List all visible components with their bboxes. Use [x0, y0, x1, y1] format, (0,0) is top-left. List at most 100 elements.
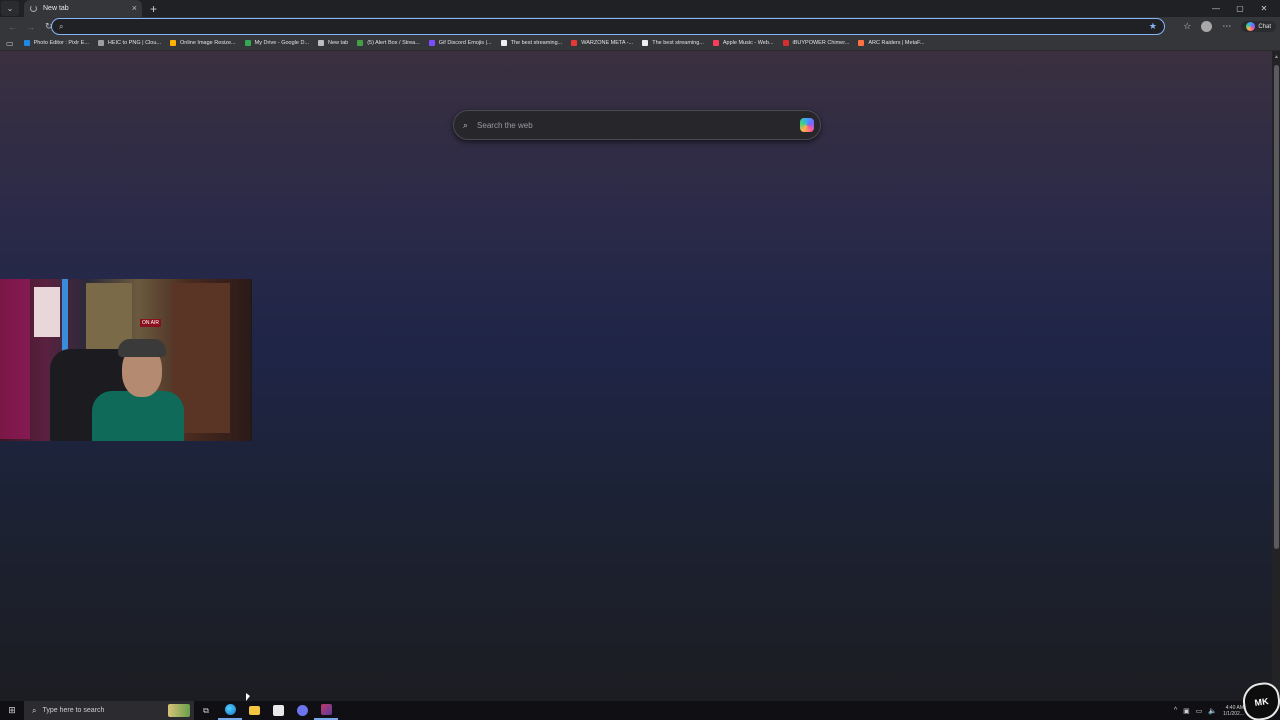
copilot-chat-button[interactable]: Chat — [1241, 21, 1276, 32]
favicon-icon — [23, 40, 30, 46]
edge-icon — [224, 704, 236, 715]
store-icon — [272, 705, 284, 716]
new-tab-button[interactable]: + — [150, 3, 157, 15]
page-scrollbar[interactable]: ▲ ▼ — [1272, 51, 1280, 701]
bookmark-item[interactable]: Online Image Resize... — [169, 40, 236, 46]
favicon-icon — [858, 40, 865, 46]
favicon-icon — [571, 40, 578, 46]
favicon-icon — [318, 40, 325, 46]
on-air-sign: ON AIR — [140, 319, 161, 327]
bookmark-item[interactable]: My Drive - Google D... — [244, 40, 310, 46]
web-search-box[interactable]: ⌕ — [453, 110, 821, 140]
task-view-icon: ⧉ — [203, 705, 209, 715]
tab-strip: ⌄ New tab × + — ▢ ✕ — [0, 0, 1280, 17]
wall-poster — [34, 287, 60, 337]
bookmark-item[interactable]: Photo Editor : Pixlr E... — [23, 40, 89, 46]
tab-new-tab[interactable]: New tab × — [24, 0, 142, 17]
tab-search-button[interactable]: ⌄ — [1, 1, 19, 16]
tab-title: New tab — [43, 5, 69, 12]
bookmark-item[interactable]: iBUYPOWER Chimer... — [782, 40, 850, 46]
task-view-button[interactable]: ⧉ — [194, 701, 218, 720]
bookmark-star-icon[interactable]: ★ — [1149, 21, 1157, 32]
taskbar-edge[interactable] — [218, 701, 242, 720]
favicon-icon — [97, 40, 104, 46]
streamer-hat — [118, 339, 166, 357]
neon-light — [0, 279, 30, 439]
bookmark-label: My Drive - Google D... — [254, 40, 310, 46]
loading-spinner-icon — [30, 5, 37, 12]
bookmark-item[interactable]: Apple Music - Web... — [712, 40, 774, 46]
discord-icon — [296, 705, 308, 716]
volume-icon[interactable]: 🔈 — [1208, 707, 1217, 715]
bookmark-item[interactable]: WARZONE META -... — [571, 40, 633, 46]
webcam-overlay: ON AIR — [0, 279, 252, 441]
chevron-up-icon[interactable]: ^ — [1174, 707, 1177, 714]
favicon-icon — [642, 40, 649, 46]
taskbar-search-label: Type here to search — [42, 707, 105, 714]
bookmark-item[interactable]: The best streaming... — [500, 40, 563, 46]
toolbar-actions: ☆ ⋯ Chat — [1183, 19, 1276, 34]
taskbar-search[interactable]: ⌕ Type here to search — [24, 701, 194, 720]
close-window-button[interactable]: ✕ — [1252, 4, 1276, 13]
bookmark-item[interactable]: HEIC to PNG | Clou... — [97, 40, 161, 46]
search-icon: ⌕ — [32, 705, 37, 715]
favicon-icon — [244, 40, 251, 46]
bookmark-label: Gif Discord Emojis |... — [438, 40, 492, 46]
scroll-up-icon[interactable]: ▲ — [1274, 54, 1279, 60]
forward-button[interactable]: → — [26, 22, 36, 32]
scrollbar-thumb[interactable] — [1274, 65, 1279, 549]
folder-icon — [248, 706, 260, 715]
windows-start-icon[interactable]: ⊞ — [0, 705, 24, 716]
display-icon[interactable]: ▣ — [1183, 707, 1190, 715]
search-icon: ⌕ — [59, 21, 64, 31]
web-search-input[interactable] — [477, 120, 800, 130]
favicon-icon — [500, 40, 507, 46]
windows-taskbar: ⊞ ⌕ Type here to search ⧉ ^ ▣ ▭ 🔈 4:40 A… — [0, 701, 1280, 720]
bookmark-item[interactable]: The best streaming... — [642, 40, 704, 46]
bookmark-label: (5) Alert Box / Strea... — [367, 40, 420, 46]
taskbar-discord[interactable] — [290, 701, 314, 720]
bookmark-item[interactable]: (5) Alert Box / Strea... — [357, 40, 420, 46]
bookmark-label: New tab — [328, 40, 349, 46]
bookmark-label: Apple Music - Web... — [722, 40, 774, 46]
bookmark-label: Photo Editor : Pixlr E... — [33, 40, 89, 46]
favicon-icon — [712, 40, 719, 46]
minimize-button[interactable]: — — [1204, 4, 1228, 13]
taskbar-obs[interactable] — [314, 701, 338, 720]
bookmark-item[interactable]: ARC Raiders | MetaF... — [858, 40, 925, 46]
streaming-app-icon — [320, 704, 332, 715]
bookmark-item[interactable]: Gif Discord Emojis |... — [428, 40, 492, 46]
network-icon[interactable]: ▭ — [1196, 707, 1203, 715]
copilot-icon — [1246, 22, 1256, 31]
address-input[interactable] — [71, 22, 1149, 31]
close-icon[interactable]: × — [132, 3, 137, 13]
streamer-shirt — [92, 391, 184, 441]
bookmark-label: HEIC to PNG | Clou... — [107, 40, 161, 46]
copilot-icon[interactable] — [800, 118, 814, 132]
back-button[interactable]: ← — [8, 22, 18, 32]
mouse-cursor-icon — [246, 693, 250, 701]
bookmark-item[interactable]: New tab — [318, 40, 348, 46]
system-clock[interactable]: 4:40 AM 1/1/202... — [1223, 705, 1244, 717]
taskbar-file-explorer[interactable] — [242, 701, 266, 720]
address-bar[interactable]: ⌕ ★ — [51, 18, 1165, 35]
more-menu-icon[interactable]: ⋯ — [1222, 21, 1231, 32]
favicon-icon — [169, 40, 176, 46]
favorites-icon[interactable]: ☆ — [1183, 21, 1191, 32]
bookmark-label: The best streaming... — [652, 40, 704, 46]
bookmark-label: The best streaming... — [510, 40, 563, 46]
favicon-icon — [428, 40, 435, 46]
browser-toolbar: ← → ↻ ⌕ ★ ☆ ⋯ Chat — [0, 17, 1280, 36]
apps-icon[interactable]: ▭ — [6, 39, 14, 48]
weather-widget-icon[interactable] — [168, 704, 190, 717]
taskbar-store[interactable] — [266, 701, 290, 720]
chevron-down-icon: ⌄ — [6, 4, 14, 13]
favicon-icon — [357, 40, 364, 46]
bookmark-label: WARZONE META -... — [581, 40, 634, 46]
bookmark-label: Online Image Resize... — [179, 40, 236, 46]
maximize-button[interactable]: ▢ — [1228, 4, 1252, 13]
bookmark-label: iBUYPOWER Chimer... — [792, 40, 850, 46]
profile-avatar[interactable] — [1201, 21, 1213, 32]
window-controls: — ▢ ✕ — [1204, 0, 1276, 17]
search-icon: ⌕ — [463, 119, 469, 130]
